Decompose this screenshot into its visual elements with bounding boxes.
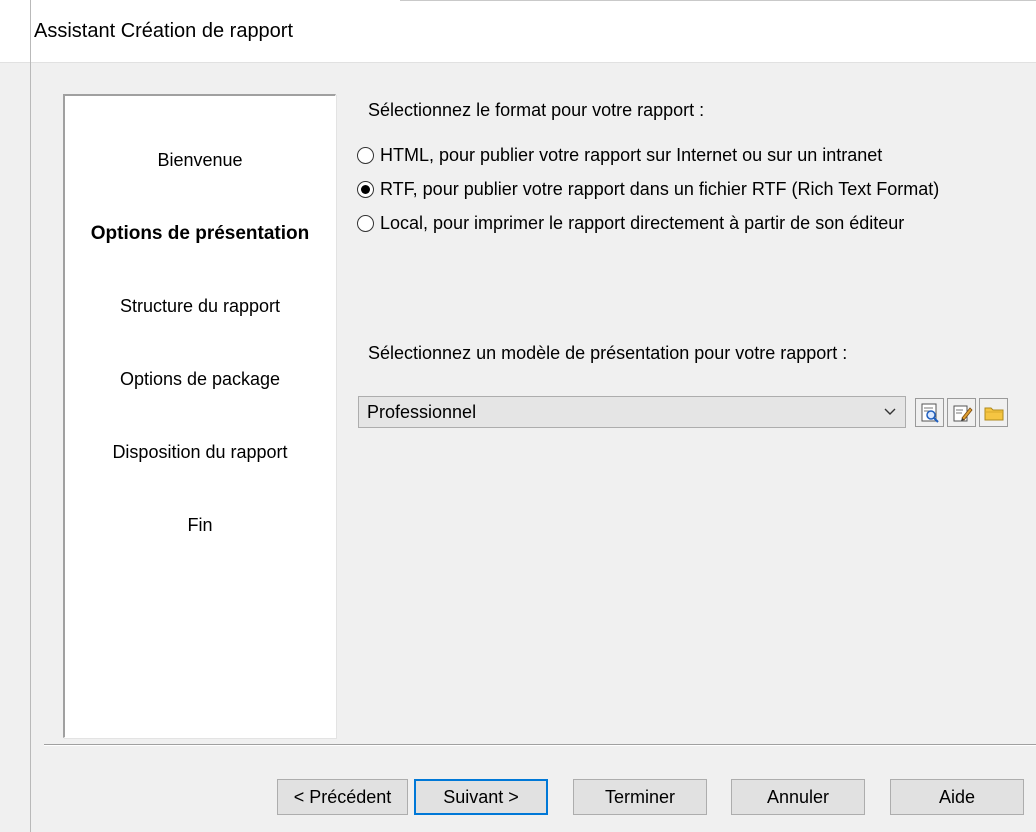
radio-rtf[interactable]: RTF, pour publier votre rapport dans un … xyxy=(357,177,939,201)
radio-local[interactable]: Local, pour imprimer le rapport directem… xyxy=(357,211,904,235)
format-prompt: Sélectionnez le format pour votre rappor… xyxy=(368,100,705,120)
preview-icon xyxy=(921,403,939,423)
step-structure-rapport: Structure du rapport xyxy=(119,296,281,316)
wizard-steps-panel: Bienvenue Options de présentation Struct… xyxy=(63,94,336,738)
template-dropdown-value: Professionnel xyxy=(367,402,477,422)
radio-dot xyxy=(361,184,370,194)
chevron-down-icon xyxy=(884,408,896,415)
radio-circle[interactable] xyxy=(357,214,374,232)
radio-html-label: HTML, pour publier votre rapport sur Int… xyxy=(380,144,883,165)
step-options-package: Options de package xyxy=(119,369,281,389)
help-button[interactable]: Aide xyxy=(890,779,1024,815)
cancel-button[interactable]: Annuler xyxy=(731,779,865,815)
step-options-presentation: Options de présentation xyxy=(90,223,310,244)
previous-button[interactable]: < Précédent xyxy=(277,779,408,815)
step-bienvenue: Bienvenue xyxy=(157,150,243,170)
template-dropdown[interactable]: Professionnel xyxy=(358,396,906,428)
open-template-button[interactable] xyxy=(979,398,1008,427)
edit-icon xyxy=(953,405,973,421)
radio-circle[interactable] xyxy=(357,146,374,164)
title-bar: Assistant Création de rapport xyxy=(0,0,1036,63)
radio-circle-selected[interactable] xyxy=(357,180,374,198)
preview-template-button[interactable] xyxy=(915,398,944,427)
step-disposition-rapport: Disposition du rapport xyxy=(112,442,288,462)
edit-template-button[interactable] xyxy=(947,398,976,427)
window-left-edge xyxy=(30,0,31,832)
footer-separator-highlight xyxy=(44,745,1036,746)
next-button[interactable]: Suivant > xyxy=(414,779,548,815)
title-bar-line xyxy=(400,0,1036,1)
template-prompt: Sélectionnez un modèle de présentation p… xyxy=(368,343,848,363)
radio-html[interactable]: HTML, pour publier votre rapport sur Int… xyxy=(357,143,882,167)
radio-rtf-label: RTF, pour publier votre rapport dans un … xyxy=(380,178,940,199)
step-fin: Fin xyxy=(187,515,213,535)
window-title: Assistant Création de rapport xyxy=(34,20,294,42)
folder-icon xyxy=(984,407,1003,420)
finish-button[interactable]: Terminer xyxy=(573,779,707,815)
radio-local-label: Local, pour imprimer le rapport directem… xyxy=(380,212,905,233)
